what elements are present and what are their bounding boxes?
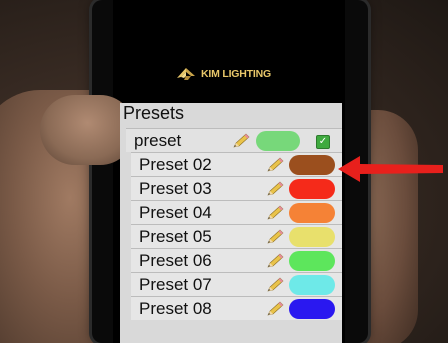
preset-row[interactable]: Preset 06 — [131, 248, 342, 272]
preset-row[interactable]: Preset 08 — [131, 296, 342, 320]
pencil-icon[interactable] — [266, 205, 284, 221]
color-swatch[interactable] — [289, 179, 335, 199]
preset-label: Preset 05 — [139, 227, 212, 246]
color-swatch[interactable] — [289, 275, 335, 295]
brand-logo: KIM LIGHTING — [175, 64, 271, 84]
presets-title: Presets — [123, 103, 185, 123]
preset-label: Preset 07 — [139, 275, 212, 294]
red-arrow-annotation — [338, 156, 443, 182]
preset-label: preset — [134, 131, 182, 150]
preset-label: Preset 06 — [139, 251, 212, 270]
kim-logo-icon — [175, 64, 197, 84]
pencil-icon[interactable] — [266, 181, 284, 197]
photo-scene: KIM LIGHTING Presets preset ✓ Preset 02 Pre… — [0, 0, 448, 343]
pencil-icon[interactable] — [266, 157, 284, 173]
preset-label: Preset 08 — [139, 299, 212, 318]
color-swatch[interactable] — [289, 203, 335, 223]
active-checkbox[interactable]: ✓ — [316, 135, 330, 149]
pencil-icon[interactable] — [266, 253, 284, 269]
preset-row[interactable]: Preset 07 — [131, 272, 342, 296]
preset-label: Preset 04 — [139, 203, 212, 222]
preset-row[interactable]: Preset 02 — [131, 152, 342, 176]
color-swatch[interactable] — [289, 227, 335, 247]
preset-row[interactable]: Preset 05 — [131, 224, 342, 248]
color-swatch[interactable] — [289, 299, 335, 319]
pencil-icon[interactable] — [232, 133, 250, 149]
preset-label: Preset 03 — [139, 179, 212, 198]
pencil-icon[interactable] — [266, 277, 284, 293]
brand-name: KIM LIGHTING — [201, 68, 271, 80]
color-swatch[interactable] — [256, 131, 300, 151]
preset-row[interactable]: Preset 04 — [131, 200, 342, 224]
pencil-icon[interactable] — [266, 229, 284, 245]
color-swatch[interactable] — [289, 251, 335, 271]
color-swatch[interactable] — [289, 155, 335, 175]
preset-label: Preset 02 — [139, 155, 212, 174]
pencil-icon[interactable] — [266, 301, 284, 317]
preset-row[interactable]: Preset 03 — [131, 176, 342, 200]
active-preset-row[interactable]: preset ✓ — [126, 128, 342, 152]
